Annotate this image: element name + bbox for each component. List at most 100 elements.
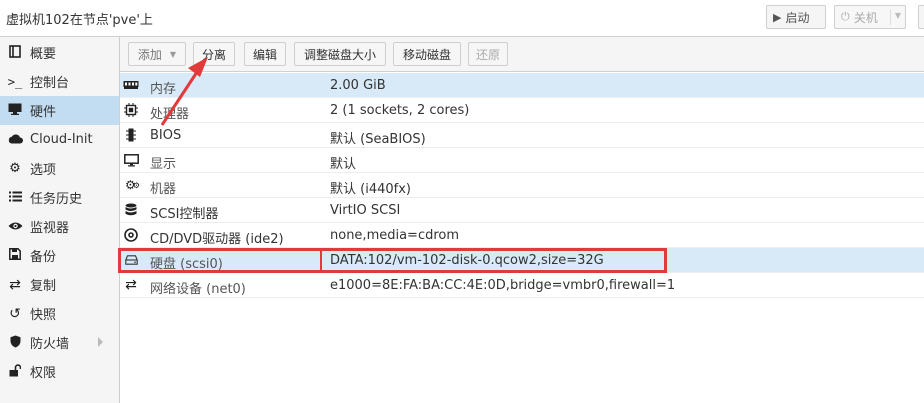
row-value: 2.00 GiB xyxy=(330,78,386,93)
sidebar-item-permissions[interactable]: 权限 xyxy=(0,357,119,386)
sidebar-item-cloudinit[interactable]: Cloud-Init xyxy=(0,125,119,154)
shutdown-button[interactable]: ⏻ 关机 ▼ xyxy=(834,5,906,29)
move-disk-button[interactable]: 移动磁盘 xyxy=(393,42,461,66)
table-row-memory[interactable]: 内存 2.00 GiB xyxy=(120,73,924,98)
divider xyxy=(890,9,891,25)
sidebar-item-task-history[interactable]: 任务历史 xyxy=(0,183,119,212)
floppy-icon xyxy=(7,248,23,263)
eye-icon xyxy=(7,220,23,234)
row-key: SCSI控制器 xyxy=(150,207,219,222)
retweet-icon: ⇄ xyxy=(9,276,21,293)
row-value: none,media=cdrom xyxy=(330,228,460,243)
sidebar-item-label: 复制 xyxy=(30,279,57,294)
list-icon xyxy=(7,191,23,205)
edit-button[interactable]: 编辑 xyxy=(244,42,286,66)
title-bar: 虚拟机102在节点'pve'上 ▶ 启动 ⏻ 关机 ▼ xyxy=(0,0,924,37)
resize-label: 调整磁盘大小 xyxy=(303,47,376,62)
edit-label: 编辑 xyxy=(252,47,277,62)
row-key: CD/DVD驱动器 (ide2) xyxy=(150,232,284,247)
table-row-scsi-controller[interactable]: SCSI控制器 VirtIO SCSI xyxy=(120,198,924,223)
chevron-down-icon: ▼ xyxy=(169,49,177,59)
sidebar: 概要 >_ 控制台 硬件 Cloud-Init ⚙ 选项 任务历史 监视器 备份… xyxy=(0,37,120,403)
expand-arrow-icon[interactable] xyxy=(98,337,103,347)
cpu-icon xyxy=(123,103,139,117)
sidebar-item-label: 防火墙 xyxy=(30,337,70,352)
row-key: 机器 xyxy=(150,182,177,197)
detach-button[interactable]: 分离 xyxy=(193,42,235,66)
sidebar-item-label: 备份 xyxy=(30,250,57,265)
shield-icon xyxy=(7,335,23,351)
shutdown-label: 关机 xyxy=(853,10,878,25)
add-label: 添加 xyxy=(137,47,162,62)
exchange-icon: ⇄ xyxy=(125,277,137,293)
sidebar-item-label: Cloud-Init xyxy=(30,132,93,147)
page-title: 虚拟机102在节点'pve'上 xyxy=(6,13,153,28)
history-icon: ↺ xyxy=(9,305,21,322)
desktop-icon xyxy=(123,153,139,167)
sidebar-item-console[interactable]: >_ 控制台 xyxy=(0,67,119,96)
start-button[interactable]: ▶ 启动 xyxy=(766,5,826,29)
row-key: 网络设备 (net0) xyxy=(150,282,246,297)
cloud-icon xyxy=(7,133,23,147)
memory-icon xyxy=(123,78,139,92)
monitor-icon xyxy=(7,103,23,118)
sidebar-item-options[interactable]: ⚙ 选项 xyxy=(0,154,119,183)
table-row-harddisk[interactable]: 硬盘 (scsi0) DATA:102/vm-102-disk-0.qcow2,… xyxy=(120,248,924,273)
sidebar-item-label: 选项 xyxy=(30,163,57,178)
hardware-toolbar: 添加 ▼ 分离 编辑 调整磁盘大小 移动磁盘 还原 xyxy=(120,37,924,72)
add-button[interactable]: 添加 ▼ xyxy=(128,42,186,66)
hardware-panel: 添加 ▼ 分离 编辑 调整磁盘大小 移动磁盘 还原 内存 2.00 GiB 处理… xyxy=(120,37,924,403)
sidebar-item-replication[interactable]: ⇄ 复制 xyxy=(0,270,119,299)
sidebar-item-label: 概要 xyxy=(30,47,57,62)
sidebar-item-label: 控制台 xyxy=(30,76,70,91)
cdrom-icon xyxy=(123,228,139,242)
sidebar-item-firewall[interactable]: 防火墙 xyxy=(0,328,119,357)
microchip-icon xyxy=(123,128,139,142)
table-row-bios[interactable]: BIOS 默认 (SeaBIOS) xyxy=(120,123,924,148)
row-key: 处理器 xyxy=(150,107,190,122)
table-row-display[interactable]: 显示 默认 xyxy=(120,148,924,173)
database-icon xyxy=(123,203,139,217)
table-row-machine[interactable]: ⚙ ⚙ 机器 默认 (i440fx) xyxy=(120,173,924,198)
row-value: 默认 xyxy=(330,157,357,172)
hdd-icon xyxy=(123,253,139,267)
terminal-icon: >_ xyxy=(7,74,23,89)
move-label: 移动磁盘 xyxy=(402,47,451,62)
sidebar-item-monitor[interactable]: 监视器 xyxy=(0,212,119,241)
sidebar-item-snapshots[interactable]: ↺ 快照 xyxy=(0,299,119,328)
unlock-icon xyxy=(7,363,23,380)
row-value: VirtIO SCSI xyxy=(330,203,401,218)
table-row-processor[interactable]: 处理器 2 (1 sockets, 2 cores) xyxy=(120,98,924,123)
sidebar-item-label: 任务历史 xyxy=(30,192,83,207)
row-key: BIOS xyxy=(150,128,182,143)
resize-disk-button[interactable]: 调整磁盘大小 xyxy=(294,42,386,66)
sidebar-item-label: 监视器 xyxy=(30,221,70,236)
row-value: DATA:102/vm-102-disk-0.qcow2,size=32G xyxy=(330,253,604,268)
row-value: 默认 (SeaBIOS) xyxy=(330,132,426,147)
sidebar-item-backup[interactable]: 备份 xyxy=(0,241,119,270)
table-row-cdrom[interactable]: CD/DVD驱动器 (ide2) none,media=cdrom xyxy=(120,223,924,248)
row-value: 默认 (i440fx) xyxy=(330,182,411,197)
row-value: 2 (1 sockets, 2 cores) xyxy=(330,103,470,118)
row-key: 显示 xyxy=(150,157,177,172)
detach-label: 分离 xyxy=(201,47,226,62)
more-button[interactable] xyxy=(918,5,924,29)
sidebar-item-summary[interactable]: 概要 xyxy=(0,38,119,67)
gear-icon: ⚙ xyxy=(9,161,21,176)
cogs-icon: ⚙ ⚙ xyxy=(125,178,140,192)
row-value: e1000=8E:FA:BA:CC:4E:0D,bridge=vmbr0,fir… xyxy=(330,278,676,293)
sidebar-item-hardware[interactable]: 硬件 xyxy=(0,96,119,125)
sidebar-item-label: 硬件 xyxy=(30,105,57,120)
revert-label: 还原 xyxy=(475,47,500,62)
chevron-down-icon[interactable]: ▼ xyxy=(895,11,901,20)
row-key: 内存 xyxy=(150,82,177,97)
sidebar-item-label: 快照 xyxy=(30,308,57,323)
power-icon: ⏻ xyxy=(841,10,850,23)
table-row-network[interactable]: ⇄ 网络设备 (net0) e1000=8E:FA:BA:CC:4E:0D,br… xyxy=(120,273,924,298)
book-icon xyxy=(7,44,23,61)
revert-button[interactable]: 还原 xyxy=(468,42,508,66)
play-icon: ▶ xyxy=(773,10,782,24)
start-label: 启动 xyxy=(785,10,810,25)
row-key: 硬盘 (scsi0) xyxy=(150,257,223,272)
sidebar-item-label: 权限 xyxy=(30,366,57,381)
